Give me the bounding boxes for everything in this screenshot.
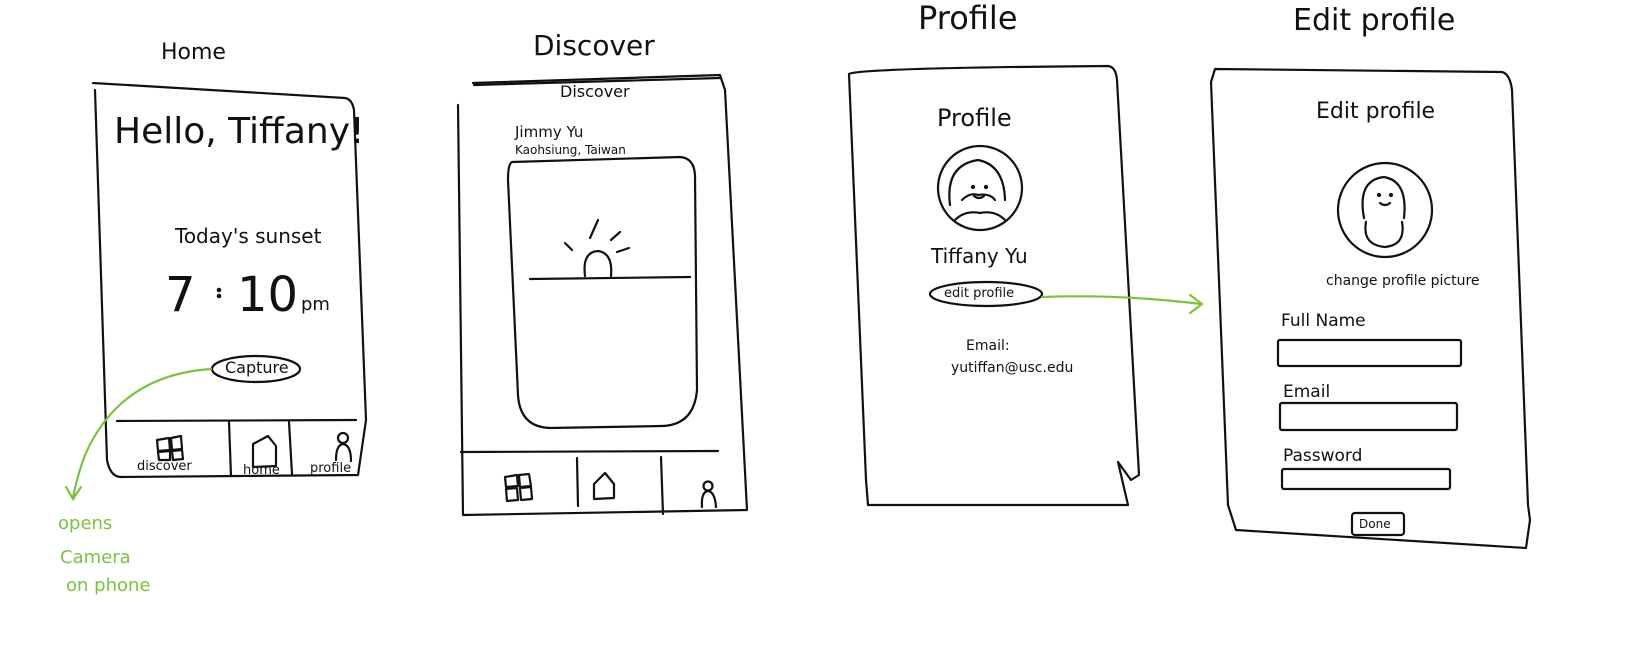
password-label: Password: [1283, 446, 1363, 466]
email-field-label: Email: [1283, 382, 1331, 402]
discover-screen-title: Discover: [533, 29, 655, 62]
edit-profile-screen-title: Edit profile: [1293, 3, 1456, 38]
discover-icon: [155, 434, 185, 462]
capture-annotation-arrow: [71, 367, 213, 500]
email-field[interactable]: [1278, 401, 1459, 432]
annotation-line-1: opens: [58, 513, 113, 534]
change-picture-link[interactable]: change profile picture: [1326, 274, 1480, 288]
sun-icon: [563, 218, 631, 278]
sunset-suffix: pm: [301, 294, 330, 315]
profile-picture: [1336, 161, 1434, 259]
profile-name: Tiffany Yu: [931, 244, 1028, 268]
annotation-line-2: Camera: [60, 547, 131, 568]
discover-navbar-divider: [459, 449, 720, 454]
edit-profile-arrow: [1040, 295, 1203, 306]
email-value: yutiffan@usc.edu: [951, 360, 1074, 376]
home-screen-title: Home: [161, 40, 226, 65]
capture-button[interactable]: Capture: [225, 360, 289, 376]
discover-navbar-sep-1: [575, 456, 580, 508]
greeting: Hello, Tiffany!: [114, 111, 365, 152]
annotation-line-3: on phone: [66, 575, 151, 596]
home-navbar-divider: [115, 418, 358, 423]
home-navbar-sep-1: [227, 420, 233, 478]
done-button[interactable]: Done: [1359, 518, 1391, 530]
profile-screen-title: Profile: [918, 0, 1018, 37]
discover-tab-icon: [503, 472, 534, 503]
discover-photo-horizon: [528, 275, 692, 281]
sunset-minutes: 10: [237, 267, 299, 323]
email-label: Email:: [966, 338, 1010, 354]
discover-navbar-sep-2: [659, 455, 665, 516]
edit-profile-button[interactable]: edit profile: [944, 287, 1014, 300]
edit-profile-phone-frame: [1209, 67, 1532, 550]
post-author[interactable]: Jimmy Yu: [515, 125, 583, 140]
home-tab-icon: [592, 471, 616, 501]
edit-profile-header: Edit profile: [1316, 99, 1436, 124]
nav-discover-label[interactable]: discover: [137, 460, 192, 473]
sunset-hour: 7: [165, 267, 196, 323]
discover-photo-card: [506, 155, 699, 430]
sunset-label: Today's sunset: [175, 224, 322, 248]
profile-header: Profile: [937, 104, 1012, 132]
discover-phone-frame: [456, 73, 749, 517]
password-field[interactable]: [1280, 467, 1452, 491]
profile-icon: [334, 431, 353, 463]
avatar: [936, 144, 1024, 232]
nav-profile-label[interactable]: profile: [310, 462, 351, 475]
full-name-label: Full Name: [1281, 311, 1366, 331]
post-location: Kaohsiung, Taiwan: [515, 143, 626, 157]
home-navbar-sep-2: [287, 420, 294, 476]
discover-header: Discover: [560, 82, 630, 101]
profile-tab-icon: [700, 480, 718, 509]
nav-home-label[interactable]: home: [243, 464, 280, 477]
full-name-field[interactable]: [1276, 338, 1463, 368]
